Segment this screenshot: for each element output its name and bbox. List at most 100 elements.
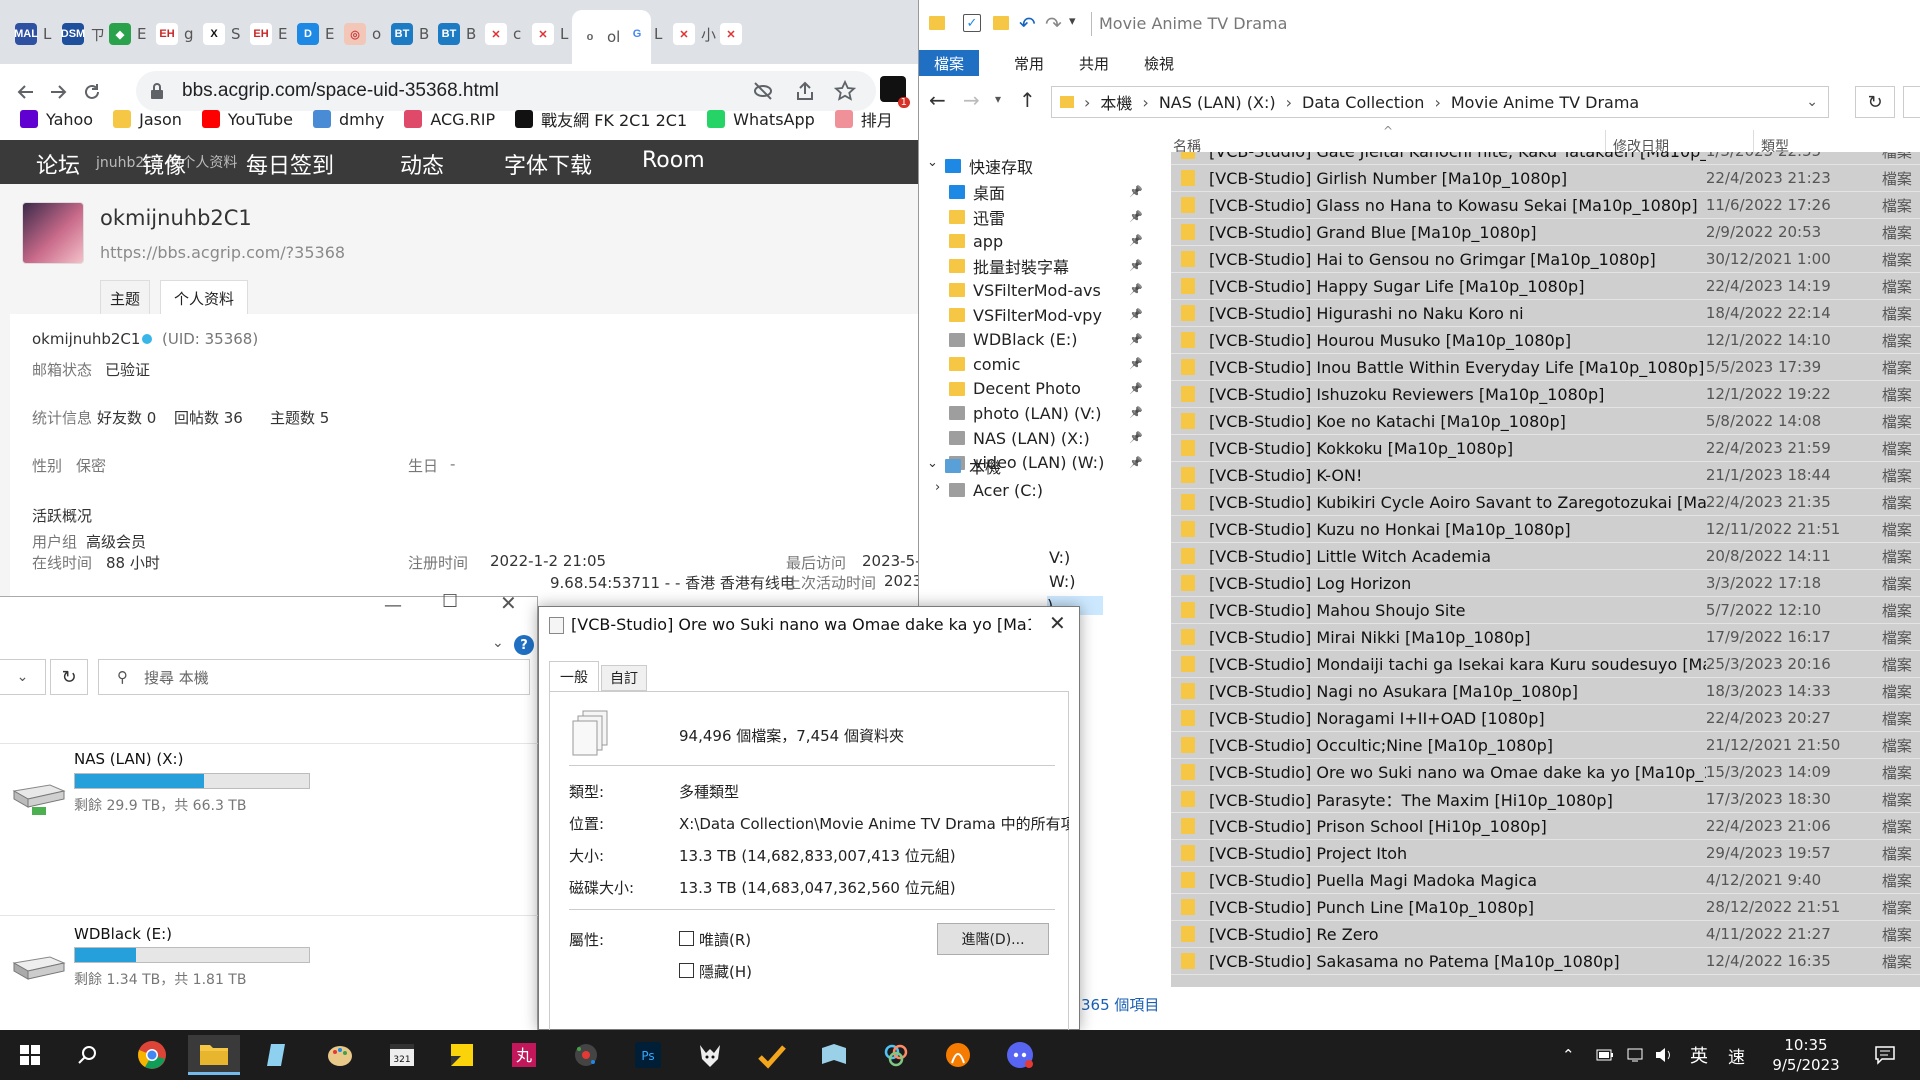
browser-tab[interactable]: ✕ L [525, 14, 575, 54]
file-row[interactable]: [VCB-Studio] Grand Blue [Ma10p_1080p] 2/9… [1171, 219, 1920, 246]
hidden-label[interactable]: 隱藏(H) [699, 961, 752, 982]
file-row[interactable]: [VCB-Studio] Higurashi no Naku Koro ni 18… [1171, 300, 1920, 327]
bookmark-item[interactable]: Yahoo [20, 110, 93, 129]
file-row[interactable]: [VCB-Studio] Prison School [Hi10p_1080p]… [1171, 813, 1920, 840]
battery-icon[interactable] [1596, 1030, 1614, 1080]
nav-quick-access[interactable]: 快速存取 [945, 152, 1033, 180]
tab-home[interactable]: 常用 [999, 50, 1059, 76]
site-nav-item[interactable]: 论坛 [36, 148, 80, 180]
network-icon[interactable] [1626, 1030, 1646, 1080]
chrome-icon[interactable] [126, 1035, 178, 1075]
file-row[interactable]: [VCB-Studio] Sakasama no Patema [Ma10p_1… [1171, 948, 1920, 975]
nav-forward-icon[interactable]: → [963, 88, 980, 112]
browser-tab[interactable]: ◎ o [337, 14, 388, 54]
tray-overflow-icon[interactable]: ⌃ [1562, 1030, 1575, 1080]
hidden-checkbox[interactable] [679, 963, 694, 978]
profile-url[interactable]: https://bbs.acgrip.com/?35368 [100, 243, 345, 262]
volume-icon[interactable] [1654, 1030, 1674, 1080]
pin-icon[interactable]: 📌 [1129, 283, 1143, 296]
discord-icon[interactable] [994, 1035, 1046, 1075]
bookmark-item[interactable]: WhatsApp [707, 110, 815, 129]
pin-icon[interactable]: 📌 [1129, 382, 1143, 395]
tab-file[interactable]: 檔案 [919, 50, 979, 76]
sticky-notes-icon[interactable] [436, 1035, 488, 1075]
tab-threads[interactable]: 主题 [100, 280, 150, 316]
readonly-checkbox[interactable] [679, 931, 694, 946]
refresh-icon[interactable]: ↻ [50, 659, 88, 695]
file-row[interactable]: [VCB-Studio] Noragami I+II+OAD [1080p] 22… [1171, 705, 1920, 732]
new-folder-icon[interactable] [993, 16, 1009, 30]
browser-tab[interactable]: ◆ E [102, 14, 153, 54]
maximize-icon[interactable]: ☐ [442, 591, 458, 612]
friends-count[interactable]: 好友数 0 [97, 407, 156, 428]
browser-tab[interactable]: DE [290, 14, 341, 54]
file-row[interactable]: [VCB-Studio] Project Itoh 29/4/2023 19:57… [1171, 840, 1920, 867]
readonly-label[interactable]: 唯讀(R) [699, 929, 751, 950]
fox-app-icon[interactable] [684, 1035, 736, 1075]
drive-wdblack[interactable]: WDBlack (E:) 剩餘 1.34 TB，共 1.81 TB [0, 921, 538, 1041]
collab-app-icon[interactable] [870, 1035, 922, 1075]
pin-icon[interactable]: 📌 [1129, 431, 1143, 444]
bookmark-star-icon[interactable] [834, 80, 856, 102]
close-icon[interactable]: ✕ [1049, 611, 1066, 635]
file-row[interactable]: [VCB-Studio] Gate Jieitai Kanochi nite, … [1171, 152, 1920, 165]
close-icon[interactable]: ✕ [500, 591, 517, 615]
bookmark-item[interactable]: YouTube [201, 110, 293, 129]
bookmark-item[interactable]: ACG.RIP [404, 110, 495, 129]
file-row[interactable]: [VCB-Studio] Mirai Nikki [Ma10p_1080p] 17… [1171, 624, 1920, 651]
nav-partial-item[interactable]: W:) [1049, 572, 1076, 591]
share-icon[interactable] [794, 80, 816, 102]
file-row[interactable]: [VCB-Studio] Re Zero 4/11/2022 21:27 檔案 [1171, 921, 1920, 948]
site-nav-item[interactable]: 字体下载 [504, 148, 592, 180]
file-row[interactable]: [VCB-Studio] K-ON! 21/1/2023 18:44 檔案 [1171, 462, 1920, 489]
orange-app-icon[interactable] [932, 1035, 984, 1075]
site-nav-item[interactable]: 每日签到 [246, 148, 334, 180]
nav-acer[interactable]: Acer (C:) [949, 476, 1043, 504]
url-text[interactable]: bbs.acgrip.com/space-uid-35368.html [182, 80, 499, 102]
search-input[interactable]: ⚲ 搜尋 本機 [98, 659, 530, 695]
browser-tab[interactable]: MAL L [8, 14, 58, 54]
expand-chevron-icon[interactable]: ⌄ [927, 155, 938, 170]
notepad-icon[interactable] [252, 1035, 304, 1075]
pin-icon[interactable]: 📌 [1129, 308, 1143, 321]
browser-tab[interactable]: GL [619, 14, 669, 54]
location-value[interactable]: X:\Data Collection\Movie Anime TV Drama … [679, 813, 1069, 834]
group-value[interactable]: 高级会员 [86, 531, 146, 552]
file-row[interactable]: [VCB-Studio] Koe no Katachi [Ma10p_1080p… [1171, 408, 1920, 435]
site-nav-item[interactable]: 镜像 [142, 148, 186, 180]
reload-icon[interactable] [80, 80, 104, 104]
expand-chevron-icon[interactable]: ⌄ [927, 456, 938, 471]
file-row[interactable]: [VCB-Studio] Mahou Shoujo Site 5/7/2022 1… [1171, 597, 1920, 624]
browser-tab[interactable]: XS [196, 14, 248, 54]
file-row[interactable]: [VCB-Studio] Hourou Musuko [Ma10p_1080p]… [1171, 327, 1920, 354]
site-nav-item[interactable]: Room [642, 148, 705, 173]
notification-icon[interactable] [1874, 1030, 1896, 1080]
advanced-button[interactable]: 進階(D)... [937, 923, 1049, 955]
tab-profile[interactable]: 个人资料 [160, 280, 248, 316]
drive-nas[interactable]: NAS (LAN) (X:) 剩餘 29.9 TB，共 66.3 TB [0, 749, 538, 869]
breadcrumb-thispc[interactable]: 本機 [1100, 90, 1132, 114]
forward-icon[interactable] [46, 80, 70, 104]
file-row[interactable]: [VCB-Studio] Log Horizon 3/3/2022 17:18 檔案 [1171, 570, 1920, 597]
clock[interactable]: 10:35 9/5/2023 [1762, 1030, 1850, 1080]
nav-partial-item[interactable]: V:) [1049, 548, 1070, 567]
file-row[interactable]: [VCB-Studio] Occultic;Nine [Ma10p_1080p]… [1171, 732, 1920, 759]
pin-icon[interactable]: 📌 [1129, 333, 1143, 346]
back-icon[interactable] [14, 80, 38, 104]
chevron-down-icon[interactable]: ⌄ [1806, 94, 1818, 110]
file-row[interactable]: [VCB-Studio] Puella Magi Madoka Magica 4/… [1171, 867, 1920, 894]
nav-up-icon[interactable]: ↑ [1019, 88, 1036, 112]
breadcrumb-nas[interactable]: NAS (LAN) (X:) [1159, 93, 1276, 112]
browser-tab[interactable]: ✕ c [478, 14, 528, 54]
bookmark-item[interactable]: Jason [113, 110, 182, 129]
refresh-icon[interactable]: ↻ [1855, 86, 1895, 118]
file-row[interactable]: [VCB-Studio] Glass no Hana to Kowasu Sek… [1171, 192, 1920, 219]
browser-tab[interactable]: BT B [431, 14, 483, 54]
qat-dropdown-icon[interactable]: ▾ [1069, 14, 1076, 29]
file-row[interactable]: [VCB-Studio] Punch Line [Ma10p_1080p] 28/… [1171, 894, 1920, 921]
avatar[interactable] [22, 202, 84, 264]
recent-locations-icon[interactable]: ▾ [995, 92, 1001, 106]
eye-off-icon[interactable] [752, 80, 774, 102]
pin-icon[interactable]: 📌 [1129, 259, 1143, 272]
extension-icon[interactable]: 1 [880, 76, 910, 108]
